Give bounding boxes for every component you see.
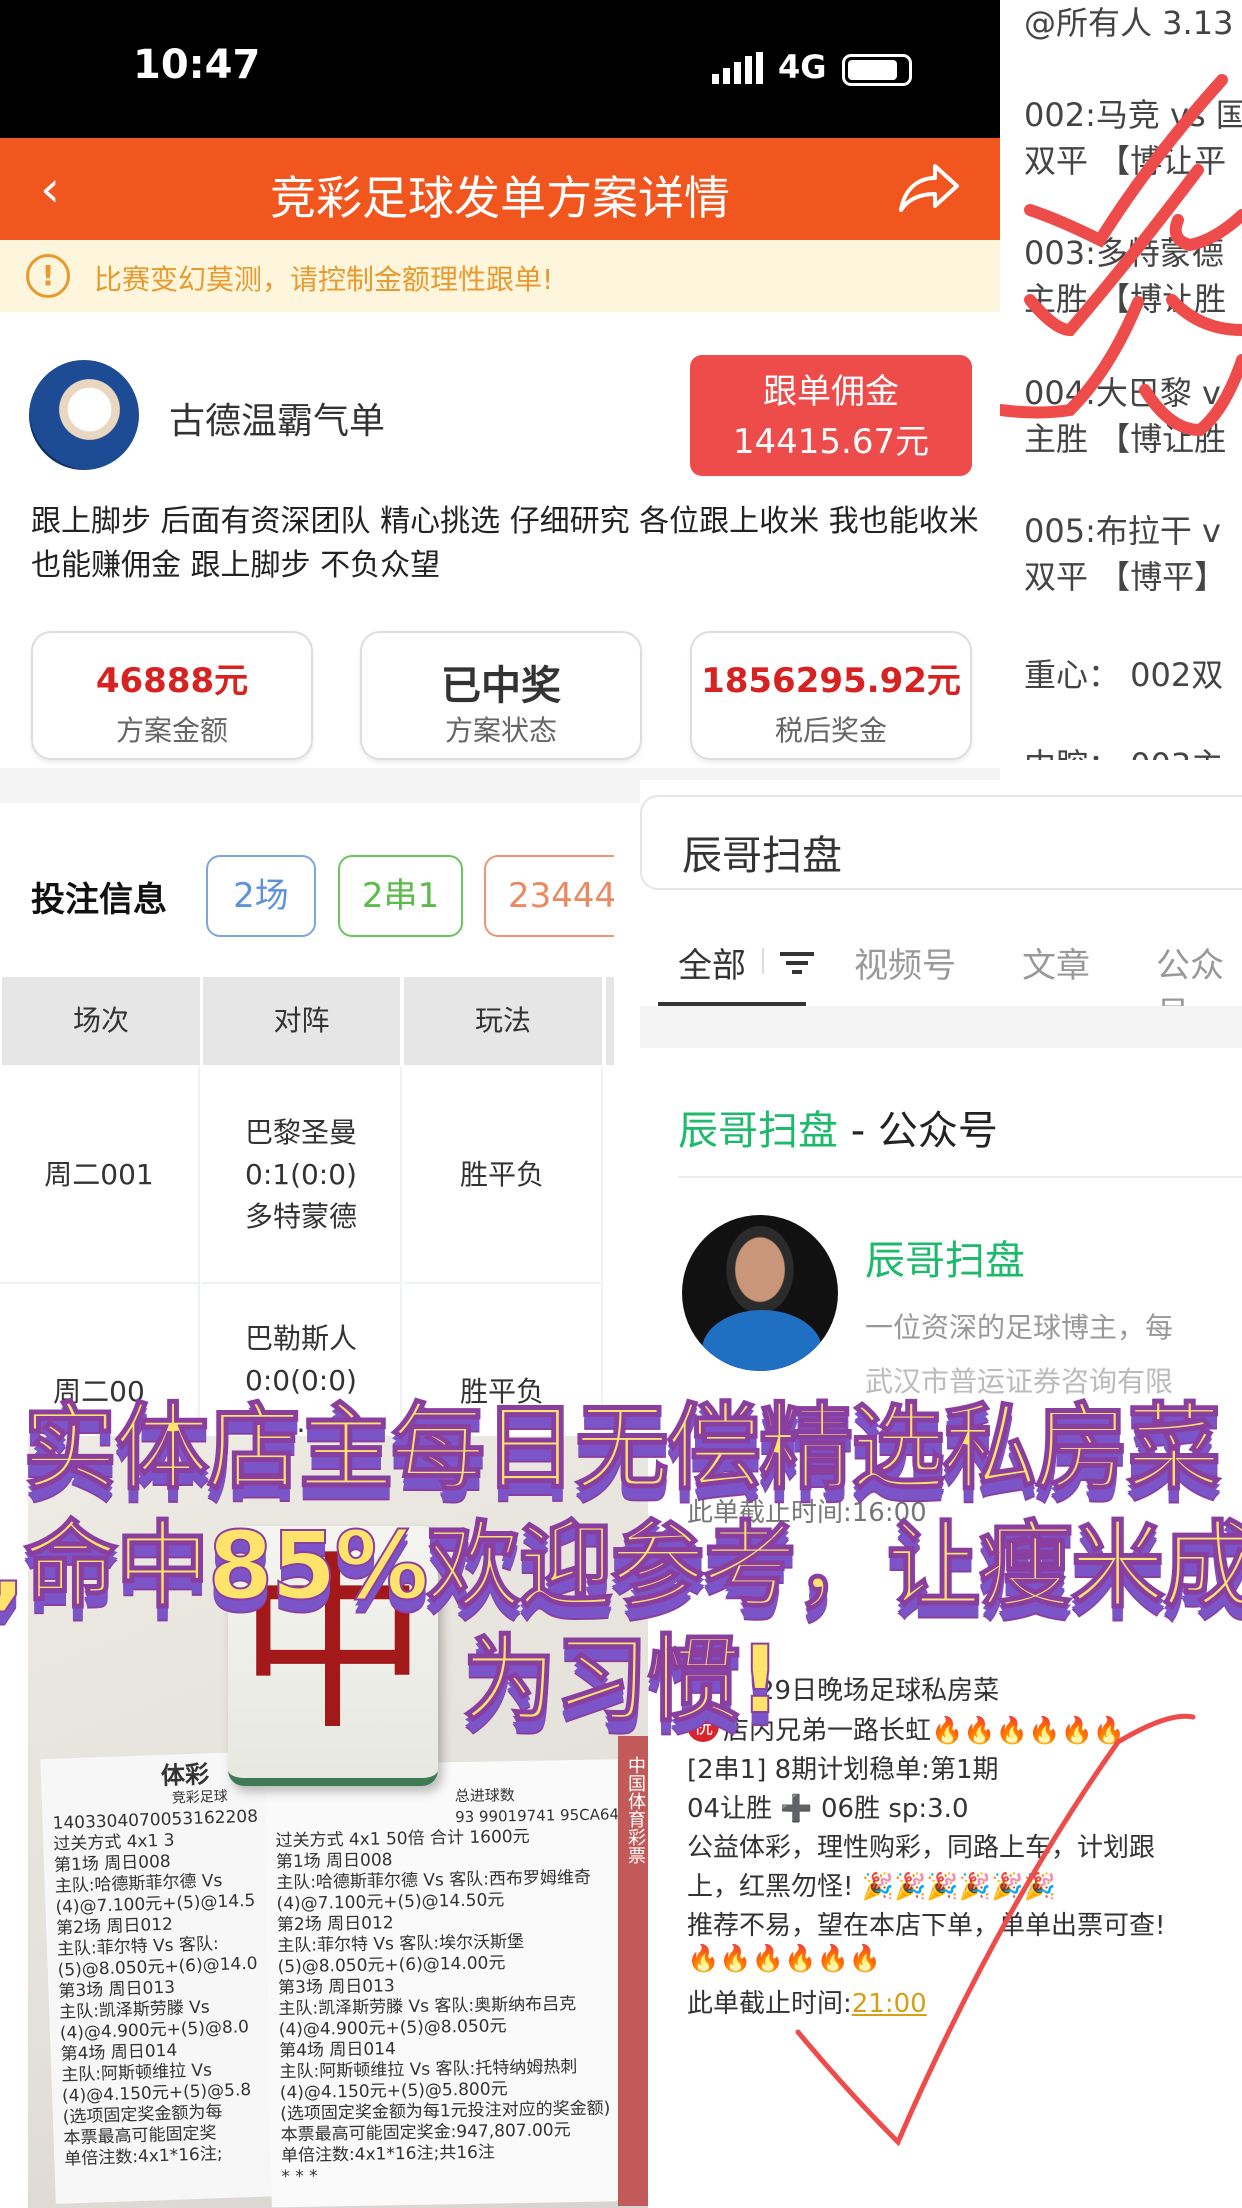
back-button[interactable]: ‹	[40, 160, 60, 218]
signal-icon	[712, 52, 763, 84]
result-title: 辰哥扫盘	[678, 1108, 838, 1154]
page-title: 竞彩足球发单方案详情	[270, 171, 730, 225]
network-type: 4G	[778, 48, 827, 86]
battery-icon	[842, 54, 912, 86]
stat-label: 方案状态	[444, 714, 557, 747]
search-input[interactable]: 辰哥扫盘	[640, 795, 1242, 890]
warning-banner: ! 比赛变幻莫测，请控制金额理性跟单!	[0, 240, 1000, 312]
column-header: 对阵	[203, 977, 400, 1065]
author-name[interactable]: 古德温霸气单	[169, 392, 385, 444]
tab-channels[interactable]: 视频号	[854, 938, 956, 987]
account-name[interactable]: 辰哥扫盘	[865, 1228, 1025, 1286]
plan-description: 跟上脚步 后面有资深团队 精心挑选 仔细研究 各位跟上收米 我也能收米 也能赚佣…	[31, 504, 979, 583]
column-header: 场次	[2, 977, 200, 1065]
tab-all[interactable]: 全部	[678, 938, 746, 987]
stat-plan-amount: 46888元 方案金额	[31, 631, 313, 760]
tab-articles[interactable]: 文章	[1022, 938, 1090, 987]
chevron-left-icon: ‹	[40, 160, 60, 218]
share-button[interactable]	[895, 160, 961, 220]
alert-icon: !	[26, 254, 70, 298]
stat-value: 1856295.92元	[701, 661, 961, 701]
nav-header: 竞彩足球发单方案详情 ‹	[0, 138, 1000, 240]
stat-value: 46888元	[95, 661, 249, 701]
status-bar: 10:47 4G	[0, 0, 1000, 138]
stat-after-tax-prize: 1856295.92元 税后奖金	[690, 631, 972, 760]
table-cell: 巴黎圣曼 0:1(0:0) 多特蒙德	[202, 1067, 402, 1284]
result-type: - 公众号	[850, 1108, 998, 1154]
overlay-headline-line: 实体店主每日无偿精选私房菜	[22, 1393, 1222, 1504]
badge-parlay: 2串1	[338, 855, 463, 937]
commission-value: 14415.67元	[732, 422, 930, 462]
column-header: 玩法	[404, 977, 602, 1065]
ticket-side-text: 中国体育彩票	[618, 1736, 648, 2206]
warning-text: 比赛变幻莫测，请控制金额理性跟单!	[94, 263, 554, 296]
commission-label: 跟单佣金	[763, 372, 899, 412]
wechat-search-screenshot: 辰哥扫盘 全部 视频号 文章 公众号 辰哥扫盘 - 公众号 辰哥扫盘 一位资深的…	[640, 780, 1242, 1436]
avatar[interactable]	[29, 360, 139, 470]
account-avatar[interactable]	[682, 1215, 838, 1371]
group-message-screenshot: @所有人 3.13 002:马竞 vs 国 双平 【博让平 003:多特蒙德 主…	[1000, 0, 1242, 760]
overlay-headline-line: 为习惯!	[462, 1625, 783, 1736]
clock: 10:47	[133, 42, 261, 88]
stat-value: 已中奖	[441, 663, 561, 709]
badge-matches: 2场	[206, 855, 316, 937]
stat-label: 税后奖金	[774, 714, 887, 747]
table-cell: 周二001	[0, 1067, 200, 1284]
filter-icon[interactable]	[780, 950, 814, 976]
bet-info-title: 投注信息	[31, 880, 167, 920]
share-icon	[899, 164, 959, 212]
commission-button[interactable]: 跟单佣金 14415.67元	[690, 355, 972, 476]
ticket-right: 总进球数 93 99019741 95CA64A9 过关方式 4x1 50倍 合…	[264, 1758, 648, 2208]
red-check-marks	[1000, 74, 1242, 437]
stat-label: 方案金额	[115, 714, 228, 747]
stat-plan-status: 已中奖 方案状态	[360, 631, 642, 760]
account-description: 一位资深的足球博主，每	[865, 1311, 1174, 1344]
table-cell: 胜平负	[403, 1067, 603, 1284]
